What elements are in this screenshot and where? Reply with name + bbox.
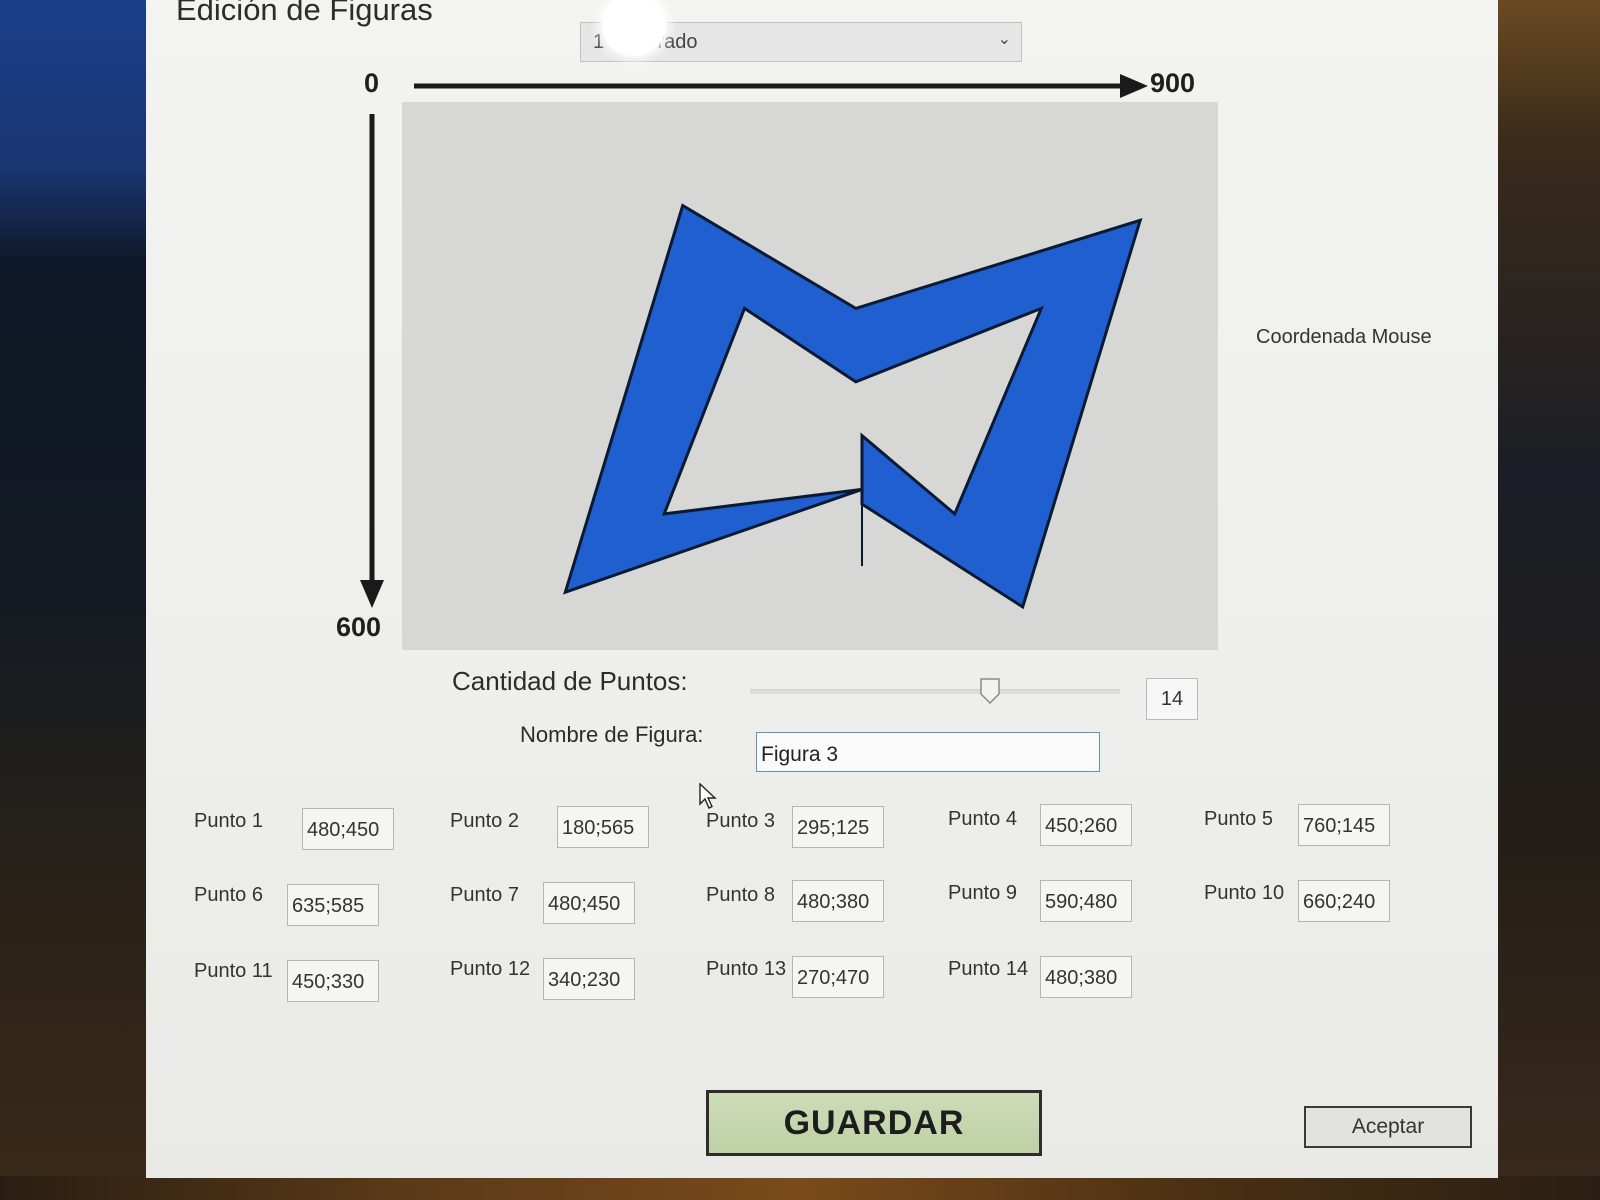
desktop-background-right bbox=[1490, 0, 1600, 1200]
point-7-input[interactable]: 480;450 bbox=[543, 882, 635, 924]
point-label: Punto 14 bbox=[948, 958, 1029, 980]
figure-polygon bbox=[563, 203, 1143, 610]
point-label: Punto 13 bbox=[706, 958, 787, 980]
figure-name-input[interactable] bbox=[756, 732, 1100, 772]
x-axis-end-label: 900 bbox=[1150, 68, 1196, 98]
point-3-input[interactable]: 295;125 bbox=[792, 806, 884, 848]
x-axis-arrow-icon bbox=[414, 74, 1148, 98]
mouse-cursor-icon bbox=[699, 782, 717, 809]
point-14-input[interactable]: 480;380 bbox=[1040, 956, 1132, 998]
desktop-background-bottom bbox=[0, 1176, 1600, 1200]
point-10-input[interactable]: 660;240 bbox=[1298, 880, 1390, 922]
y-axis-end-label: 600 bbox=[336, 612, 382, 642]
x-axis-start-label: 0 bbox=[364, 68, 380, 98]
points-count-value[interactable]: 14 bbox=[1146, 678, 1198, 720]
point-4-input[interactable]: 450;260 bbox=[1040, 804, 1132, 846]
points-count-slider[interactable] bbox=[750, 689, 1120, 694]
point-13-input[interactable]: 270;470 bbox=[792, 956, 884, 998]
chevron-down-icon[interactable]: ⌄ bbox=[998, 29, 1011, 48]
point-label: Punto 12 bbox=[450, 958, 531, 980]
point-12-input[interactable]: 340;230 bbox=[543, 958, 635, 1000]
point-2-input[interactable]: 180;565 bbox=[557, 806, 649, 848]
point-label: Punto 6 bbox=[194, 884, 263, 906]
point-label: Punto 8 bbox=[706, 884, 775, 906]
point-9-input[interactable]: 590;480 bbox=[1040, 880, 1132, 922]
figure-drawing bbox=[563, 203, 1143, 610]
save-button[interactable]: GUARDAR bbox=[706, 1090, 1042, 1156]
desktop-background-left bbox=[0, 0, 150, 1200]
point-label: Punto 1 bbox=[194, 810, 263, 832]
figure-name-label: Nombre de Figura: bbox=[520, 722, 704, 747]
point-8-input[interactable]: 480;380 bbox=[792, 880, 884, 922]
point-label: Punto 10 bbox=[1204, 882, 1285, 904]
y-axis-arrow-icon bbox=[360, 114, 384, 608]
point-label: Punto 2 bbox=[450, 810, 519, 832]
point-1-input[interactable]: 480;450 bbox=[302, 808, 394, 850]
point-label: Punto 9 bbox=[948, 882, 1017, 904]
point-label: Punto 3 bbox=[706, 810, 775, 832]
drawing-canvas[interactable] bbox=[402, 102, 1218, 650]
point-5-input[interactable]: 760;145 bbox=[1298, 804, 1390, 846]
point-6-input[interactable]: 635;585 bbox=[287, 884, 379, 926]
accept-button[interactable]: Aceptar bbox=[1304, 1106, 1472, 1148]
point-11-input[interactable]: 450;330 bbox=[287, 960, 379, 1002]
point-label: Punto 4 bbox=[948, 808, 1017, 830]
point-label: Punto 5 bbox=[1204, 808, 1273, 830]
points-count-label: Cantidad de Puntos: bbox=[452, 666, 688, 696]
mouse-coordinate-label: Coordenada Mouse bbox=[1256, 326, 1432, 348]
slider-thumb[interactable] bbox=[980, 678, 1000, 704]
window-title: Edición de Figuras bbox=[176, 0, 433, 27]
point-label: Punto 11 bbox=[194, 960, 273, 982]
point-label: Punto 7 bbox=[450, 884, 519, 906]
figure-editor-window: Edición de Figuras 1 Cuadrado ⌄ 0 900 60… bbox=[146, 0, 1498, 1178]
